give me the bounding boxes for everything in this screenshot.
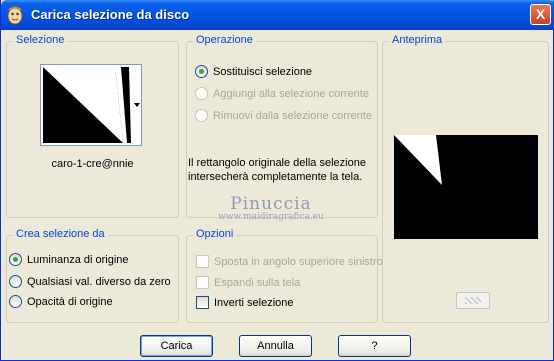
options-group: Opzioni Sposta in angolo superiore sinis… (186, 228, 383, 323)
source-group: Crea selezione da Luminanza di origine Q… (6, 228, 179, 323)
close-button[interactable]: X (530, 4, 551, 25)
preview-zoom-button[interactable] (456, 292, 490, 309)
checkbox-label: Espandi sulla tela (214, 277, 301, 289)
operation-group: Operazione Sostituisci selezione Aggiung… (186, 34, 378, 218)
checkbox[interactable] (196, 296, 209, 309)
close-icon: X (535, 6, 546, 22)
dialog-window: Carica selezione da disco X Selezione ca… (0, 0, 554, 361)
radio-label: Sostituisci selezione (213, 66, 313, 78)
checkbox-label: Sposta in angolo superiore sinistro (214, 256, 383, 268)
radio-label: Qualsiasi val. diverso da zero (27, 276, 171, 288)
zoom-icon (465, 297, 481, 304)
selection-group-label: Selezione (13, 34, 68, 46)
checkbox (196, 276, 209, 289)
window-title: Carica selezione da disco (31, 7, 190, 22)
radio-button (195, 87, 208, 100)
preview-canvas (394, 135, 538, 239)
preview-image (394, 135, 538, 239)
radio-button[interactable] (9, 253, 22, 266)
preview-group-label: Anteprima (389, 34, 446, 46)
selection-file-name: caro-1-cre@nnie (51, 158, 134, 170)
radio-button[interactable] (9, 275, 22, 288)
selection-picker[interactable] (40, 64, 142, 146)
checkbox-label: Inverti selezione (214, 297, 294, 309)
radio-label: Opacità di origine (27, 296, 113, 308)
radio-button (195, 109, 208, 122)
radio-label: Aggiungi alla selezione corrente (213, 88, 369, 100)
operation-info-text: Il rettangolo originale della selezione … (188, 157, 366, 183)
source-group-label: Crea selezione da (13, 228, 108, 240)
load-button[interactable]: Carica (140, 335, 213, 357)
cancel-button[interactable]: Annulla (239, 335, 312, 357)
help-button[interactable]: ? (338, 335, 411, 357)
radio-label: Luminanza di origine (27, 254, 129, 266)
operation-group-label: Operazione (193, 34, 256, 46)
options-group-label: Opzioni (193, 228, 237, 240)
app-icon (7, 6, 23, 25)
chevron-down-icon[interactable] (134, 103, 140, 107)
radio-button[interactable] (195, 65, 208, 78)
radio-label: Rimuovi dalla selezione corrente (213, 110, 372, 122)
selection-group: Selezione caro-1-cre@nnie (6, 34, 179, 218)
radio-button[interactable] (9, 295, 22, 308)
title-bar[interactable]: Carica selezione da disco X (1, 0, 554, 30)
checkbox (196, 255, 209, 268)
selection-thumbnail (43, 67, 139, 143)
